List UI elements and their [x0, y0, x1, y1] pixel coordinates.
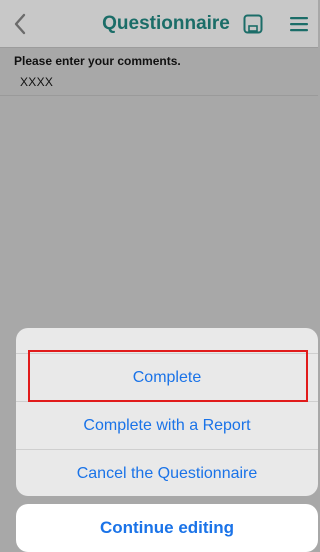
save-button[interactable]	[243, 14, 263, 34]
page-title: Questionnaire	[102, 13, 230, 34]
divider	[0, 95, 318, 96]
complete-with-report-button[interactable]: Complete with a Report	[16, 401, 318, 450]
comment-field[interactable]: XXXX	[20, 75, 53, 89]
cancel-questionnaire-button[interactable]: Cancel the Questionnaire	[16, 449, 318, 496]
back-button[interactable]	[8, 8, 32, 40]
complete-button[interactable]: Complete	[16, 353, 318, 402]
comment-label: Please enter your comments.	[14, 54, 181, 68]
chevron-left-icon	[14, 13, 26, 35]
save-icon	[243, 14, 263, 34]
navigation-bar: Questionnaire	[0, 0, 318, 48]
hamburger-menu-icon	[290, 17, 308, 32]
action-sheet: Complete Complete with a Report Cancel t…	[16, 328, 318, 496]
menu-button[interactable]	[288, 14, 310, 34]
continue-editing-button[interactable]: Continue editing	[16, 504, 318, 552]
